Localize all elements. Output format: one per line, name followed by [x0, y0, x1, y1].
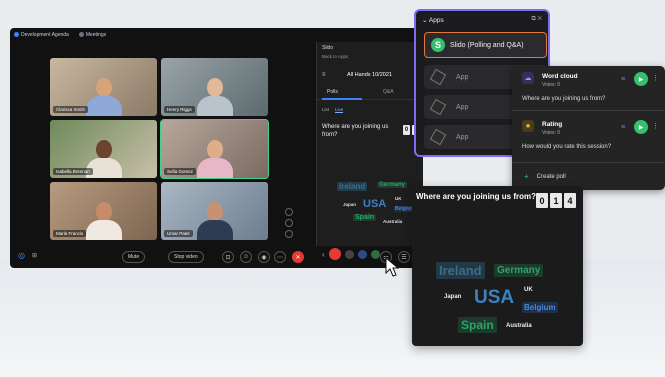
meeting-control-bar: ◎ ⊞ Mute Stop video ⊡ ☺ ◉ ⋯ ✕ ⚏ ☰ [10, 246, 423, 268]
video-tile[interactable]: Marla Francis [50, 182, 157, 240]
video-tile[interactable]: Isabella Brennan [50, 120, 157, 178]
video-tile[interactable]: Clarissa Smith [50, 58, 157, 116]
connection-icon[interactable]: ◎ [18, 251, 25, 260]
grid-pager[interactable] [285, 208, 293, 238]
layout-icon[interactable]: ⊞ [32, 252, 37, 259]
video-tile-active-speaker[interactable]: Sofia Gomez [160, 119, 269, 179]
cloud-word: Germany [377, 182, 408, 188]
plus-icon: + [524, 172, 529, 181]
slido-side-panel: Slido Back to Apps ≡ All Hands 10/2021 P… [316, 42, 423, 260]
participant-name: Henry Riggs [164, 106, 195, 113]
title-right: Meetings [78, 32, 106, 38]
cloud-word: Australia [383, 219, 403, 224]
cloud-word: Japan [343, 202, 357, 207]
title-left: Development Agenda [14, 32, 69, 38]
word-cloud-card: Where are you joining us from? 014 Irela… [412, 186, 583, 346]
cube-icon [429, 98, 447, 116]
slido-app-item[interactable]: S Slido (Polling and Q&A) [424, 32, 547, 58]
activate-poll-button[interactable]: ▶ [634, 120, 648, 134]
cloud-word: Germany [494, 264, 544, 277]
participant-name: Isabella Brennan [53, 168, 93, 175]
cloud-word: Spain [353, 214, 377, 221]
mouse-cursor-icon [385, 257, 399, 277]
apps-header: ⌄ Apps [422, 17, 444, 24]
chat-icon[interactable]: ☰ [398, 251, 410, 263]
cloud-word: Belgium [522, 302, 558, 313]
video-tile[interactable]: Umar Patel [161, 182, 268, 240]
cloud-word: USA [363, 198, 387, 210]
star-icon: ★ [522, 120, 534, 132]
share-icon[interactable]: ⊡ [222, 251, 234, 263]
more-options-icon[interactable]: ⋮ [652, 122, 659, 130]
cloud-word: UK [524, 287, 533, 293]
slido-logo-icon: S [431, 38, 445, 52]
mute-button[interactable]: Mute [122, 251, 146, 263]
video-tile[interactable]: Henry Riggs [161, 58, 268, 116]
cloud-word: Spain [458, 317, 497, 333]
cloud-word: Australia [506, 323, 532, 329]
title-bar: Development Agenda Meetings [10, 28, 310, 42]
cloud-word: Ireland [436, 262, 485, 279]
participant-name: Marla Francis [53, 230, 87, 237]
cloud-word: Japan [444, 294, 462, 300]
reactions-icon[interactable]: ☺ [240, 251, 252, 263]
participant-name: Sofia Gomez [164, 168, 197, 175]
results-icon[interactable]: ≡ [621, 124, 625, 131]
video-grid: Clarissa Smith Henry Riggs Isabella Bren… [50, 58, 270, 243]
participant-name: Umar Patel [164, 230, 193, 237]
more-options-icon[interactable]: ⋮ [652, 74, 659, 82]
cloud-icon: ☁ [522, 72, 534, 84]
word-cloud: Ireland Germany Japan USA UK Belgium Spa… [412, 186, 583, 346]
participant-name: Clarissa Smith [53, 106, 89, 113]
word-cloud-small: Ireland Germany Japan USA UK Belgium Spa… [317, 42, 423, 242]
cloud-word: USA [474, 287, 515, 308]
leave-meeting-button[interactable]: ✕ [292, 251, 304, 263]
meeting-window: Development Agenda Meetings Clarissa Smi… [10, 28, 423, 268]
participants-icon[interactable]: ◉ [258, 251, 270, 263]
create-poll-button[interactable]: + Create poll [524, 172, 566, 181]
cloud-word: UK [395, 196, 402, 201]
poll-list-card: ☁ Word cloud Votes: 0 ≡ ▶ ⋮ Where are yo… [512, 66, 665, 190]
cloud-word: Ireland [337, 182, 368, 191]
cube-icon [429, 68, 447, 86]
stop-video-button[interactable]: Stop video [168, 251, 204, 263]
popup-controls[interactable]: ⧉ ✕ [531, 16, 542, 23]
activate-poll-button[interactable]: ▶ [634, 72, 648, 86]
results-icon[interactable]: ≡ [621, 76, 625, 83]
more-icon[interactable]: ⋯ [274, 251, 286, 263]
cube-icon [429, 128, 447, 146]
